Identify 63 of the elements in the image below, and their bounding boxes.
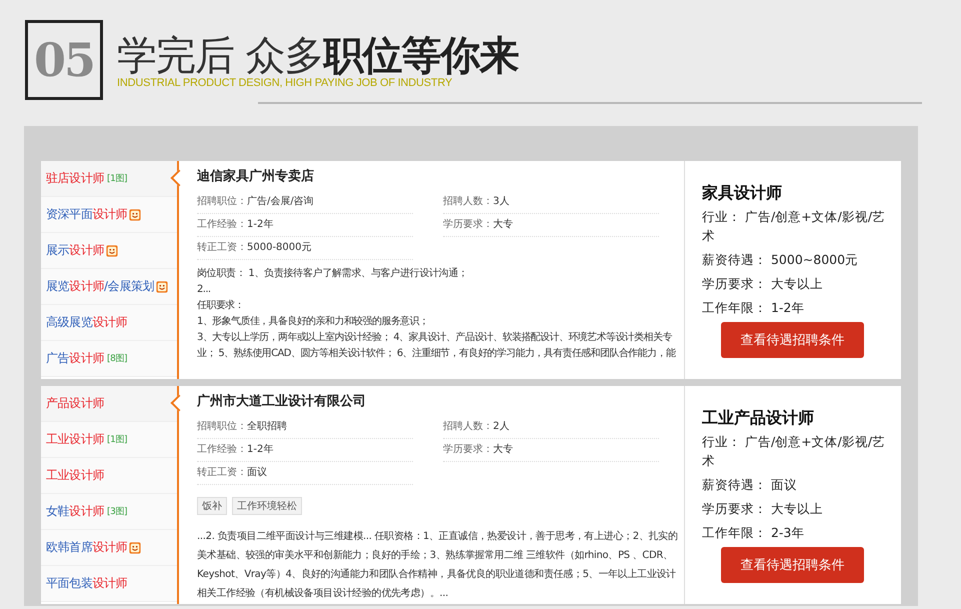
- job-name[interactable]: 广告设计师: [46, 350, 104, 367]
- section-subtitle: INDUSTRIAL PRODUCT DESIGN, HIGH PAYING JOB OF INDUSTRY: [117, 77, 454, 89]
- job-name[interactable]: 工业设计师: [46, 431, 104, 448]
- job-name[interactable]: 驻店设计师: [46, 170, 104, 187]
- job-field: 学历要求：大专: [443, 439, 659, 462]
- job-list-item[interactable]: 高级展览设计师: [41, 305, 177, 341]
- image-count: [1图]: [107, 173, 128, 185]
- job-field: 招聘职位：全职招聘: [197, 416, 413, 439]
- job-field: 招聘职位：广告/会展/咨询: [197, 191, 413, 214]
- job-name[interactable]: 展示设计师: [46, 242, 104, 259]
- job-detail: 行业： 广告/创意+文体/影视/艺术: [702, 208, 886, 245]
- image-count: [1图]: [107, 434, 128, 446]
- job-description: 2...: [197, 283, 212, 297]
- benefit-tag: 饭补: [197, 497, 227, 515]
- job-title: 家具设计师: [702, 183, 783, 204]
- job-field: 转正工资：5000-8000元: [197, 237, 413, 260]
- job-name[interactable]: 欧韩首席设计师: [46, 539, 128, 556]
- benefit-tag: 工作环境轻松: [232, 497, 302, 515]
- job-field: 学历要求：大专: [443, 214, 659, 237]
- job-name[interactable]: 产品设计师: [46, 395, 104, 412]
- job-name[interactable]: 平面包装设计师: [46, 575, 128, 592]
- view-conditions-button[interactable]: 查看待遇招聘条件: [721, 322, 864, 358]
- job-description: 1、形象气质佳，具备良好的亲和力和较强的服务意识；: [197, 314, 430, 329]
- job-list-item[interactable]: 平面包装设计师: [41, 566, 177, 602]
- job-list-item[interactable]: 资深平面设计师: [41, 197, 177, 233]
- job-name[interactable]: 高级展览设计师: [46, 314, 128, 331]
- section-number: 05: [25, 20, 103, 100]
- job-list-item[interactable]: 产品设计师: [41, 386, 177, 422]
- job-field: 招聘人数：2人: [443, 416, 659, 439]
- job-detail: 工作年限： 1-2年: [702, 299, 806, 317]
- job-field: 招聘人数：3人: [443, 191, 659, 214]
- job-name[interactable]: 资深平面设计师: [46, 206, 128, 223]
- job-field: 转正工资：面议: [197, 462, 413, 485]
- job-detail: 薪资待遇： 5000~8000元: [702, 251, 860, 269]
- job-name[interactable]: 女鞋设计师: [46, 503, 104, 520]
- view-conditions-button[interactable]: 查看待遇招聘条件: [721, 547, 864, 583]
- job-detail: 薪资待遇： 面议: [702, 476, 798, 494]
- job-description: 3、大专以上学历，两年或以上室内设计经验； 4、家具设计、产品设计、软装搭配设计、环境艺术等设计类相关专业； 5、熟练使用CAD、圆方等相关设计软件； 6、注重细节，有良好的学习能力，具有责任感和团队合作能力，能: [197, 330, 677, 361]
- image-count: [8图]: [107, 353, 128, 365]
- job-field: 工作经验：1-2年: [197, 214, 413, 237]
- job-list-item[interactable]: 驻店设计师 [1图]: [41, 161, 177, 197]
- job-name[interactable]: 展览设计师/会展策划: [46, 278, 154, 295]
- job-title: 工业产品设计师: [702, 408, 815, 429]
- company-name: 迪信家具广州专卖店: [197, 168, 315, 185]
- job-name[interactable]: 工业设计师: [46, 467, 104, 484]
- job-list-item[interactable]: 女鞋设计师 [3图]: [41, 494, 177, 530]
- section-title: 学完后 众多职位等你来: [117, 34, 519, 78]
- job-description: 岗位职责： 1、负责接待客户了解需求、与客户进行设计沟通；: [197, 266, 469, 281]
- job-detail: 学历要求： 大专以上: [702, 500, 824, 518]
- job-list-item[interactable]: 展示设计师: [41, 233, 177, 269]
- job-field: 工作经验：1-2年: [197, 439, 413, 462]
- job-list-item[interactable]: 欧韩首席设计师: [41, 530, 177, 566]
- job-list-item[interactable]: 广告设计师 [8图]: [41, 341, 177, 377]
- job-detail: 行业： 广告/创意+文体/影视/艺术: [702, 433, 886, 470]
- company-name: 广州市大道工业设计有限公司: [197, 392, 367, 410]
- job-detail: 学历要求： 大专以上: [702, 275, 824, 293]
- job-list-item[interactable]: 展览设计师/会展策划: [41, 269, 177, 305]
- image-count: [3图]: [107, 506, 128, 518]
- job-detail: 工作年限： 2-3年: [702, 524, 806, 542]
- job-description: ...2. 负责项目二维平面设计与三维建模... 任职资格：1、正直诚信，热爱设计，善于思考，有上进心；2、扎实的美术基础、较强的审美水平和创新能力；良好的手绘；3、熟练掌握常用二维 三维软件（如rhino、PS 、CDR、Keyshot、Vray等）4、良好的沟通能力和团队合作精神，具备优良的职业道德和责任感；5、一年以上工业设计相关工作经验（有机械设备项目设计经验的优先考虑）。...: [197, 530, 678, 601]
- job-description: 任职要求：: [197, 298, 246, 313]
- job-list-item[interactable]: 工业设计师 [1图]: [41, 422, 177, 458]
- job-list-item[interactable]: 工业设计师: [41, 458, 177, 494]
